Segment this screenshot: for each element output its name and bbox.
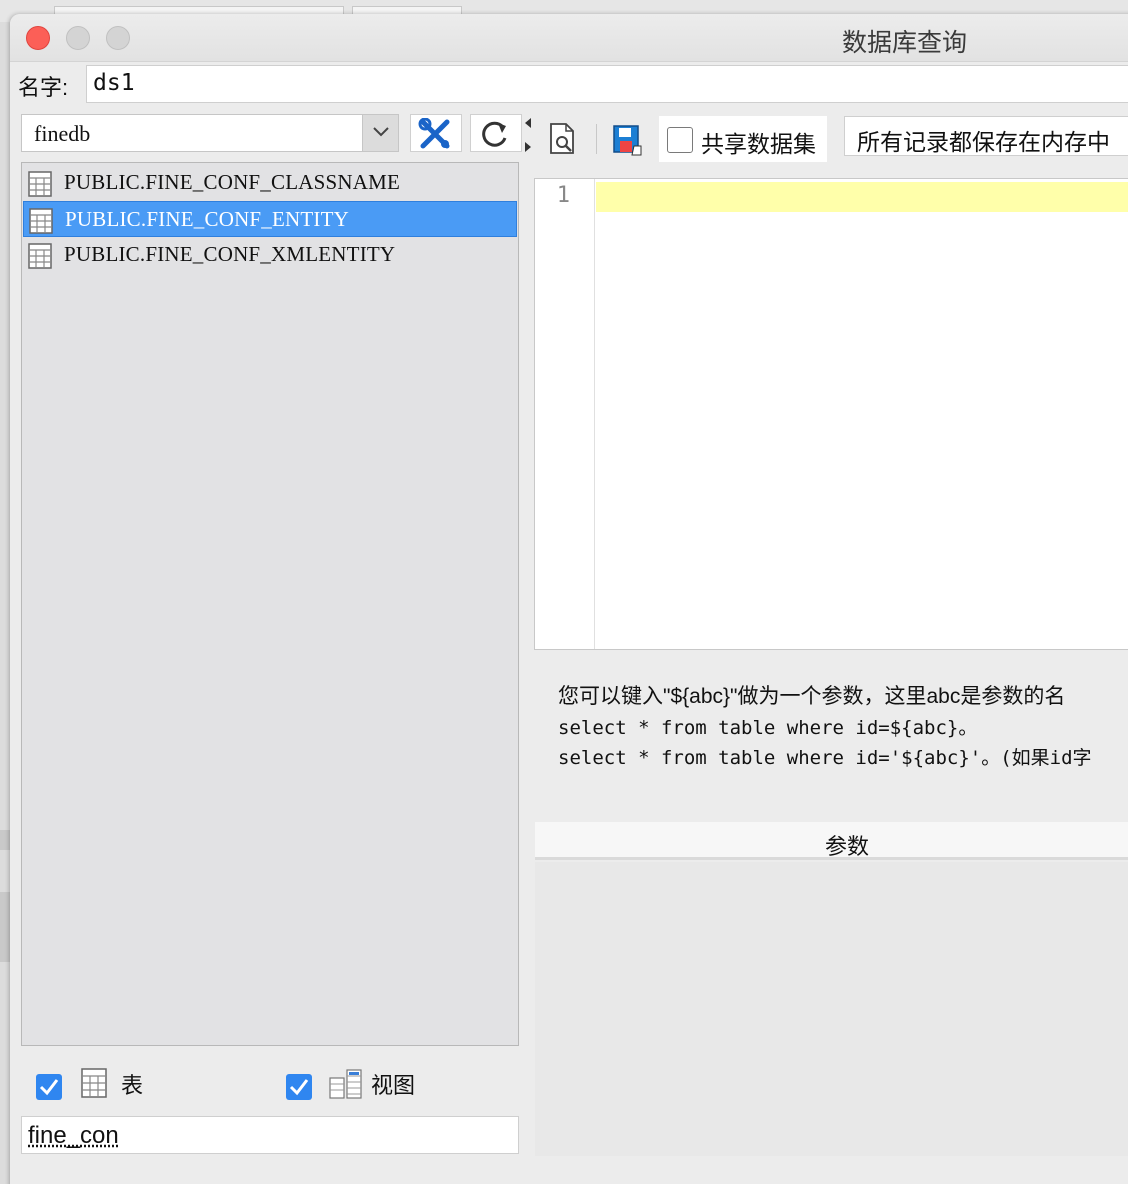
parameter-hint: 您可以键入"${abc}"做为一个参数，这里abc是参数的名 select * … <box>558 682 1128 774</box>
share-dataset-checkbox[interactable] <box>667 127 693 153</box>
background-app-edge <box>0 22 10 1184</box>
storage-mode-select[interactable]: 所有记录都保存在内存中 <box>844 116 1128 156</box>
table-icon <box>81 1068 107 1103</box>
query-toolbar: 共享数据集 所有记录都保存在内存中 <box>534 112 1128 164</box>
line-number-gutter: 1 <box>535 179 595 649</box>
background-mark <box>0 892 10 962</box>
table-list-item[interactable]: PUBLIC.FINE_CONF_CLASSNAME <box>23 165 517 201</box>
table-icon <box>28 243 52 274</box>
window-title: 数据库查询 <box>842 29 968 57</box>
table-icon <box>29 208 53 239</box>
show-views-checkbox[interactable] <box>286 1074 312 1100</box>
show-tables-label: 表 <box>121 1073 144 1098</box>
table-search-input[interactable]: fine_con <box>21 1116 519 1154</box>
connection-settings-button[interactable] <box>410 114 462 152</box>
close-window-button[interactable] <box>26 26 50 50</box>
object-type-filter: 表 视图 <box>21 1062 519 1108</box>
hint-example-line: select * from table where id=${abc}。 <box>558 716 978 739</box>
share-dataset-label: 共享数据集 <box>701 131 816 157</box>
show-views-label: 视图 <box>371 1073 416 1098</box>
database-select[interactable]: finedb <box>21 114 399 152</box>
current-line-highlight <box>596 182 1128 212</box>
storage-mode-value: 所有记录都保存在内存中 <box>857 129 1110 155</box>
hint-example-line: select * from table where id='${abc}'。(如… <box>558 747 1092 769</box>
refresh-button[interactable] <box>470 114 522 152</box>
params-header-label: 参数 <box>825 834 870 859</box>
view-icon <box>329 1068 363 1105</box>
title-bar: 数据库查询 <box>10 14 1128 62</box>
collapse-left-arrow-icon[interactable] <box>525 118 531 128</box>
name-input[interactable]: ds1 <box>86 65 1128 103</box>
save-icon[interactable] <box>612 124 642 161</box>
table-icon <box>28 171 52 202</box>
preview-icon[interactable] <box>548 122 578 161</box>
zoom-window-button[interactable] <box>106 26 130 50</box>
table-list-item[interactable]: PUBLIC.FINE_CONF_XMLENTITY <box>23 237 517 273</box>
database-query-dialog: 数据库查询 名字: ds1 finedb PUBLIC.FINE_CONF_CL… <box>10 14 1128 1184</box>
database-select-value: finedb <box>34 121 91 146</box>
minimize-window-button[interactable] <box>66 26 90 50</box>
panel-splitter[interactable] <box>525 112 533 1160</box>
share-dataset-option[interactable]: 共享数据集 <box>659 116 827 162</box>
table-browser-panel: finedb PUBLIC.FINE_CONF_CLASSNAME PUBLIC… <box>18 112 522 1160</box>
toolbar-divider <box>596 124 597 154</box>
background-mark <box>0 830 10 850</box>
table-name: PUBLIC.FINE_CONF_XMLENTITY <box>64 242 396 266</box>
name-row: 名字: ds1 <box>10 62 1128 108</box>
table-name: PUBLIC.FINE_CONF_CLASSNAME <box>64 170 401 194</box>
params-table-body[interactable] <box>535 862 1128 1156</box>
table-list-item-selected[interactable]: PUBLIC.FINE_CONF_ENTITY <box>23 201 517 237</box>
query-panel: 共享数据集 所有记录都保存在内存中 1 您可以键入"${abc}"做为一个参数，… <box>534 112 1128 1160</box>
line-number: 1 <box>556 183 570 208</box>
table-name: PUBLIC.FINE_CONF_ENTITY <box>65 207 350 231</box>
params-table-header: 参数 <box>535 822 1128 860</box>
table-search-value: fine_con <box>28 1122 119 1149</box>
show-tables-checkbox[interactable] <box>36 1074 62 1100</box>
table-list: PUBLIC.FINE_CONF_CLASSNAME PUBLIC.FINE_C… <box>21 162 519 1046</box>
name-label: 名字: <box>18 75 69 100</box>
chevron-down-icon[interactable] <box>362 115 398 151</box>
expand-right-arrow-icon[interactable] <box>525 142 531 152</box>
sql-editor[interactable]: 1 <box>534 178 1128 650</box>
hint-line: 您可以键入"${abc}"做为一个参数，这里abc是参数的名 <box>558 685 1066 708</box>
